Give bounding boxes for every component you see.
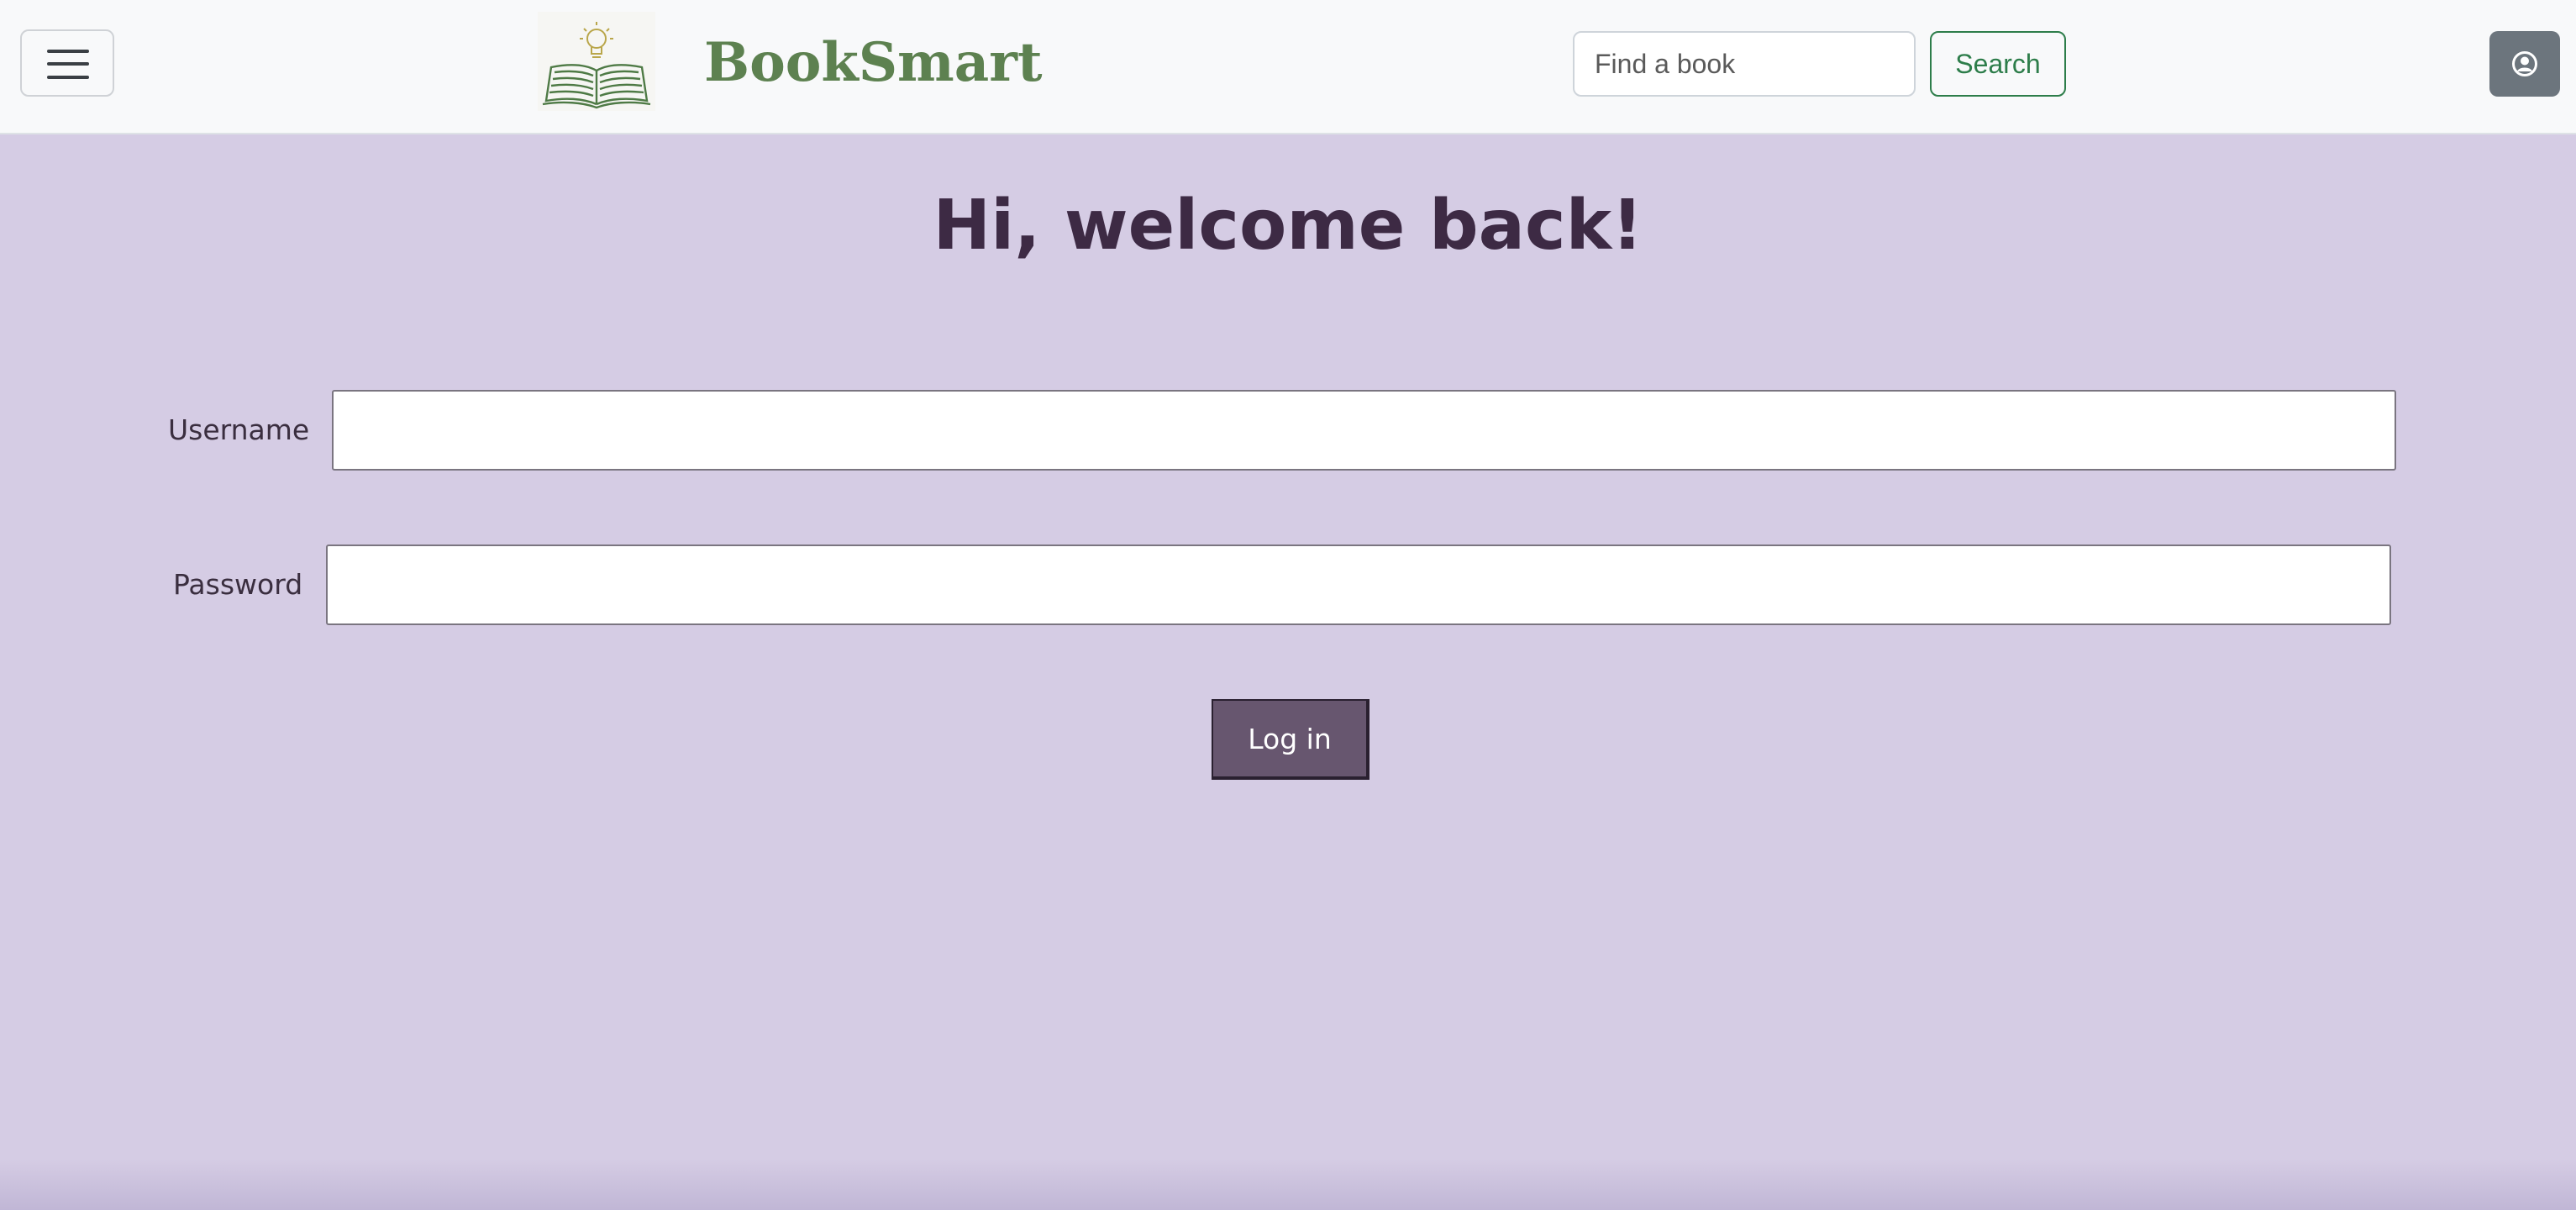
search-button[interactable]: Search bbox=[1930, 31, 2066, 97]
open-book-lightbulb-logo bbox=[542, 22, 651, 109]
brand-name[interactable]: BookSmart bbox=[704, 30, 1043, 96]
hamburger-menu-button[interactable] bbox=[20, 29, 114, 97]
username-label: Username bbox=[168, 413, 310, 446]
password-field[interactable] bbox=[326, 544, 2391, 625]
search-input[interactable] bbox=[1573, 31, 1916, 97]
hamburger-menu-icon bbox=[47, 50, 89, 53]
password-label: Password bbox=[173, 568, 303, 601]
user-circle-icon bbox=[2512, 51, 2537, 76]
page-title: Hi, welcome back! bbox=[933, 186, 1643, 266]
login-button[interactable]: Log in bbox=[1212, 699, 1369, 780]
navbar: BookSmart Search bbox=[0, 0, 2576, 134]
bottom-shadow bbox=[0, 1160, 2576, 1210]
user-account-button[interactable] bbox=[2489, 31, 2560, 97]
logo[interactable] bbox=[538, 12, 655, 111]
username-field[interactable] bbox=[332, 390, 2396, 471]
